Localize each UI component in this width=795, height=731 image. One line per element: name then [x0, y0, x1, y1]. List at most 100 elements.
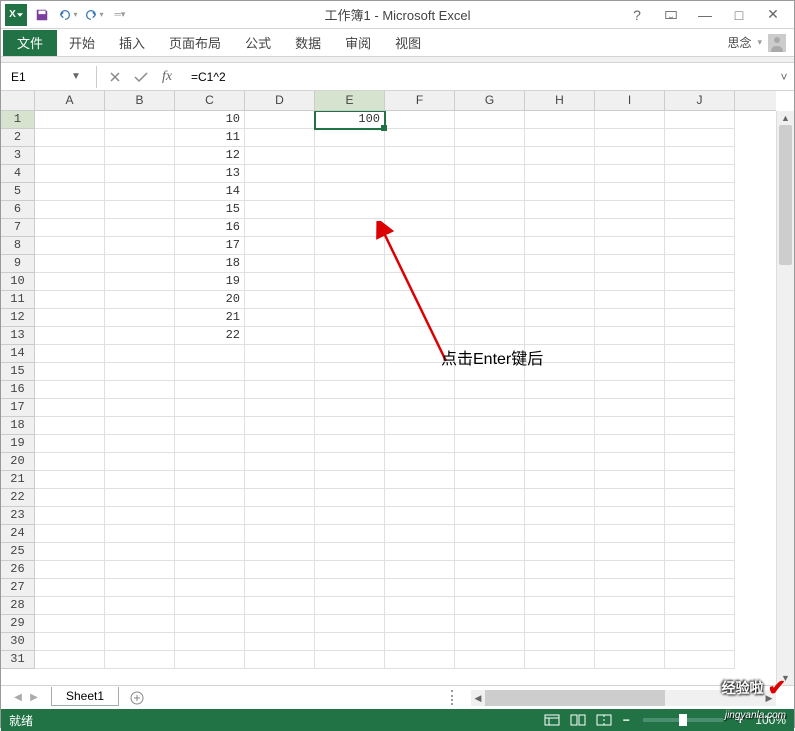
cell-C25[interactable] [175, 543, 245, 561]
cell-F9[interactable] [385, 255, 455, 273]
cell-E22[interactable] [315, 489, 385, 507]
cell-D7[interactable] [245, 219, 315, 237]
cell-I1[interactable] [595, 111, 665, 129]
cell-I4[interactable] [595, 165, 665, 183]
name-box-dropdown-icon[interactable]: ▼ [71, 71, 81, 82]
cell-B19[interactable] [105, 435, 175, 453]
cell-F21[interactable] [385, 471, 455, 489]
cell-G24[interactable] [455, 525, 525, 543]
cell-E23[interactable] [315, 507, 385, 525]
cell-D16[interactable] [245, 381, 315, 399]
cell-C31[interactable] [175, 651, 245, 669]
cell-D31[interactable] [245, 651, 315, 669]
cell-B18[interactable] [105, 417, 175, 435]
cell-J27[interactable] [665, 579, 735, 597]
cell-H27[interactable] [525, 579, 595, 597]
cell-J8[interactable] [665, 237, 735, 255]
cell-C7[interactable]: 16 [175, 219, 245, 237]
cell-H23[interactable] [525, 507, 595, 525]
cell-D26[interactable] [245, 561, 315, 579]
cell-I29[interactable] [595, 615, 665, 633]
cell-G21[interactable] [455, 471, 525, 489]
cell-D10[interactable] [245, 273, 315, 291]
cell-J12[interactable] [665, 309, 735, 327]
cell-C24[interactable] [175, 525, 245, 543]
cell-I17[interactable] [595, 399, 665, 417]
formula-bar-expand-button[interactable]: ˅ [774, 70, 794, 84]
name-box[interactable]: ▼ [5, 66, 97, 88]
cell-E14[interactable] [315, 345, 385, 363]
row-header-29[interactable]: 29 [1, 615, 34, 633]
cell-F27[interactable] [385, 579, 455, 597]
cell-B16[interactable] [105, 381, 175, 399]
cell-E3[interactable] [315, 147, 385, 165]
cell-D6[interactable] [245, 201, 315, 219]
cell-E26[interactable] [315, 561, 385, 579]
sheet-nav-next-icon[interactable]: ▶ [27, 692, 41, 703]
cell-J4[interactable] [665, 165, 735, 183]
cell-F23[interactable] [385, 507, 455, 525]
tab-file[interactable]: 文件 [3, 30, 57, 56]
cell-F11[interactable] [385, 291, 455, 309]
cell-C9[interactable]: 18 [175, 255, 245, 273]
cell-G11[interactable] [455, 291, 525, 309]
excel-app-icon[interactable]: X [5, 4, 27, 26]
row-header-6[interactable]: 6 [1, 201, 34, 219]
cell-C4[interactable]: 13 [175, 165, 245, 183]
cell-A1[interactable] [35, 111, 105, 129]
cell-D3[interactable] [245, 147, 315, 165]
cell-A21[interactable] [35, 471, 105, 489]
cell-B3[interactable] [105, 147, 175, 165]
cell-D4[interactable] [245, 165, 315, 183]
cell-G15[interactable] [455, 363, 525, 381]
cell-C13[interactable]: 22 [175, 327, 245, 345]
fill-handle[interactable] [381, 125, 387, 131]
cell-J10[interactable] [665, 273, 735, 291]
row-header-1[interactable]: 1 [1, 111, 34, 129]
cell-C28[interactable] [175, 597, 245, 615]
help-button[interactable]: ? [624, 5, 650, 25]
cell-D5[interactable] [245, 183, 315, 201]
normal-view-button[interactable] [541, 712, 563, 728]
formula-enter-button[interactable] [129, 66, 153, 88]
cell-C3[interactable]: 12 [175, 147, 245, 165]
cell-D24[interactable] [245, 525, 315, 543]
cell-F19[interactable] [385, 435, 455, 453]
row-header-8[interactable]: 8 [1, 237, 34, 255]
cell-G26[interactable] [455, 561, 525, 579]
cell-F31[interactable] [385, 651, 455, 669]
cell-F14[interactable] [385, 345, 455, 363]
cell-E28[interactable] [315, 597, 385, 615]
cell-A23[interactable] [35, 507, 105, 525]
cell-H2[interactable] [525, 129, 595, 147]
tab-scroll-separator[interactable] [451, 690, 453, 705]
cell-H3[interactable] [525, 147, 595, 165]
cell-G23[interactable] [455, 507, 525, 525]
cell-B12[interactable] [105, 309, 175, 327]
cell-B15[interactable] [105, 363, 175, 381]
cell-J28[interactable] [665, 597, 735, 615]
select-all-corner[interactable] [1, 91, 35, 111]
cell-I11[interactable] [595, 291, 665, 309]
cell-area[interactable]: 10100111213141516171819202122 [35, 111, 776, 685]
cell-G2[interactable] [455, 129, 525, 147]
row-header-7[interactable]: 7 [1, 219, 34, 237]
cell-C10[interactable]: 19 [175, 273, 245, 291]
cell-G20[interactable] [455, 453, 525, 471]
formula-cancel-button[interactable] [103, 66, 127, 88]
cell-C5[interactable]: 14 [175, 183, 245, 201]
cell-A10[interactable] [35, 273, 105, 291]
cell-B21[interactable] [105, 471, 175, 489]
cell-F1[interactable] [385, 111, 455, 129]
cell-I21[interactable] [595, 471, 665, 489]
cell-E13[interactable] [315, 327, 385, 345]
cell-C21[interactable] [175, 471, 245, 489]
cell-H10[interactable] [525, 273, 595, 291]
cell-E7[interactable] [315, 219, 385, 237]
tab-insert[interactable]: 插入 [107, 30, 157, 56]
cell-H28[interactable] [525, 597, 595, 615]
cell-G9[interactable] [455, 255, 525, 273]
cell-F10[interactable] [385, 273, 455, 291]
cell-B13[interactable] [105, 327, 175, 345]
row-header-24[interactable]: 24 [1, 525, 34, 543]
